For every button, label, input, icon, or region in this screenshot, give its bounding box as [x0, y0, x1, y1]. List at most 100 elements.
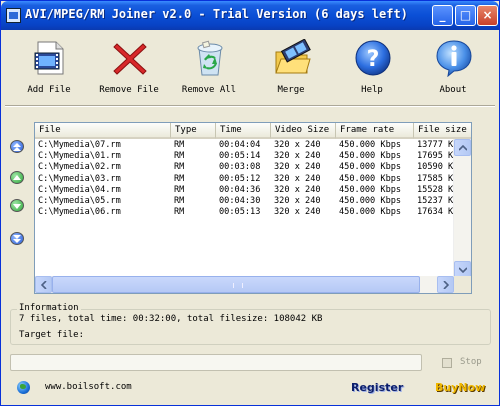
about-button[interactable]: About — [417, 33, 489, 101]
toolbar: Add File Remove File Remove All Merge ? … — [5, 33, 495, 103]
red-x-icon — [113, 43, 147, 75]
scroll-corner — [454, 276, 471, 293]
cell-file-path: C:\Mymedia\06.rm — [38, 207, 121, 218]
horizontal-scrollbar[interactable] — [35, 276, 454, 293]
cell-file-time: 00:05:14 — [219, 151, 261, 162]
cell-file-type: RM — [174, 140, 185, 150]
column-time[interactable]: Time — [216, 123, 271, 139]
file-list-header: File Type Time Video Size Frame rate Fil… — [35, 123, 471, 139]
cell-file-time: 00:03:08 — [219, 162, 261, 173]
cell-frame-rate: 450.000 Kbps — [339, 162, 402, 173]
maximize-button[interactable]: □ — [455, 5, 476, 26]
cell-video-size: 320 x 240 — [274, 162, 321, 173]
arrow-down-icon — [13, 204, 21, 209]
information-summary: 7 files, total time: 00:32:00, total fil… — [19, 314, 323, 324]
information-group: Information 7 files, total time: 00:32:0… — [10, 303, 491, 345]
table-row[interactable]: C:\Mymedia\06.rm RM 00:05:13 320 x 240 450.0… — [35, 207, 458, 218]
toolbar-separator — [5, 105, 495, 107]
table-row[interactable]: C:\Mymedia\07.rm RM 00:04:04 320 x 240 450.0… — [35, 140, 458, 151]
register-button[interactable]: Register — [351, 381, 403, 394]
cell-file-time: 00:05:12 — [219, 173, 261, 184]
chevron-left-icon — [41, 281, 47, 289]
cell-video-size: 320 x 240 — [274, 173, 321, 184]
table-row[interactable]: C:\Mymedia\04.rm RM 00:04:36 320 x 240 450.0… — [35, 184, 458, 196]
cell-frame-rate: 450.000 Kbps — [339, 196, 402, 206]
title-bar[interactable]: AVI/MPEG/RM Joiner v2.0 - Trial Version … — [1, 1, 499, 30]
add-file-label: Add File — [27, 85, 71, 95]
cell-frame-rate: 450.000 Kbps — [339, 151, 402, 162]
cell-file-time: 00:04:36 — [219, 184, 261, 195]
help-label: Help — [361, 85, 383, 95]
scroll-left-button[interactable] — [35, 276, 52, 293]
stop-button[interactable]: Stop — [442, 355, 488, 371]
cell-frame-rate: 450.000 Kbps — [339, 184, 402, 195]
cell-video-size: 320 x 240 — [274, 184, 321, 195]
cell-file-path: C:\Mymedia\01.rm — [38, 151, 121, 162]
cell-file-type: RM — [174, 173, 185, 184]
column-frame-rate[interactable]: Frame rate — [336, 123, 414, 139]
merge-button[interactable]: Merge — [255, 33, 327, 101]
app-window: AVI/MPEG/RM Joiner v2.0 - Trial Version … — [0, 0, 500, 406]
help-button[interactable]: ? Help — [336, 33, 408, 101]
cell-video-size: 320 x 240 — [274, 207, 321, 218]
website-link[interactable]: www.boilsoft.com — [45, 382, 132, 392]
file-list[interactable]: File Type Time Video Size Frame rate Fil… — [34, 122, 472, 294]
horizontal-scroll-thumb[interactable] — [52, 276, 420, 293]
cell-file-path: C:\Mymedia\03.rm — [38, 173, 121, 184]
stop-icon — [442, 358, 452, 368]
arrow-up-icon — [13, 175, 21, 180]
double-arrow-up-icon — [13, 143, 21, 151]
table-row[interactable]: C:\Mymedia\05.rm RM 00:04:30 320 x 240 450.0… — [35, 196, 458, 207]
column-type[interactable]: Type — [171, 123, 216, 139]
cell-file-time: 00:04:04 — [219, 140, 261, 150]
table-row[interactable]: C:\Mymedia\02.rm RM 00:03:08 320 x 240 450.0… — [35, 162, 458, 173]
cell-file-time: 00:05:13 — [219, 207, 261, 218]
move-up-button[interactable] — [10, 171, 24, 184]
cell-file-type: RM — [174, 151, 185, 162]
chevron-down-icon — [459, 267, 467, 273]
folder-film-icon — [275, 39, 311, 74]
information-title: Information — [17, 303, 81, 313]
scroll-right-button[interactable] — [437, 276, 454, 293]
add-file-button[interactable]: Add File — [13, 33, 85, 101]
chevron-right-icon — [443, 281, 449, 289]
info-icon — [436, 40, 472, 77]
globe-icon — [17, 381, 30, 394]
stop-label: Stop — [460, 357, 482, 367]
film-document-icon — [34, 41, 64, 75]
buy-now-button[interactable]: BuyNow — [435, 381, 485, 394]
move-bottom-button[interactable] — [10, 232, 24, 245]
cell-file-type: RM — [174, 196, 185, 206]
window-title: AVI/MPEG/RM Joiner v2.0 - Trial Version … — [25, 7, 408, 21]
move-down-button[interactable] — [10, 199, 24, 212]
close-button[interactable]: × — [477, 5, 498, 26]
column-file[interactable]: File — [35, 123, 171, 139]
double-arrow-down-icon — [13, 235, 21, 243]
cell-frame-rate: 450.000 Kbps — [339, 173, 402, 184]
recycle-bin-icon — [197, 40, 223, 76]
minimize-button[interactable]: _ — [432, 5, 453, 26]
cell-file-type: RM — [174, 184, 185, 195]
cell-file-path: C:\Mymedia\04.rm — [38, 184, 121, 195]
cell-file-time: 00:04:30 — [219, 196, 261, 206]
footer: www.boilsoft.com Register BuyNow — [1, 375, 499, 405]
target-file-label: Target file: — [19, 330, 85, 340]
scroll-up-button[interactable] — [454, 139, 471, 156]
remove-file-label: Remove File — [99, 85, 159, 95]
cell-frame-rate: 450.000 Kbps — [339, 207, 402, 218]
vertical-scrollbar[interactable] — [453, 139, 471, 278]
cell-file-type: RM — [174, 207, 185, 218]
app-icon — [6, 8, 21, 23]
help-icon: ? — [355, 40, 391, 76]
remove-file-button[interactable]: Remove File — [93, 33, 165, 101]
about-label: About — [439, 85, 467, 95]
column-file-size[interactable]: File size — [414, 123, 471, 139]
table-row[interactable]: C:\Mymedia\01.rm RM 00:05:14 320 x 240 450.0… — [35, 151, 458, 162]
remove-all-button[interactable]: Remove All — [173, 33, 245, 101]
svg-text:?: ? — [367, 47, 380, 72]
cell-video-size: 320 x 240 — [274, 140, 321, 150]
move-top-button[interactable] — [10, 140, 24, 153]
table-row[interactable]: C:\Mymedia\03.rm RM 00:05:12 320 x 240 450.0… — [35, 173, 458, 185]
cell-video-size: 320 x 240 — [274, 196, 321, 206]
column-video-size[interactable]: Video Size — [271, 123, 336, 139]
